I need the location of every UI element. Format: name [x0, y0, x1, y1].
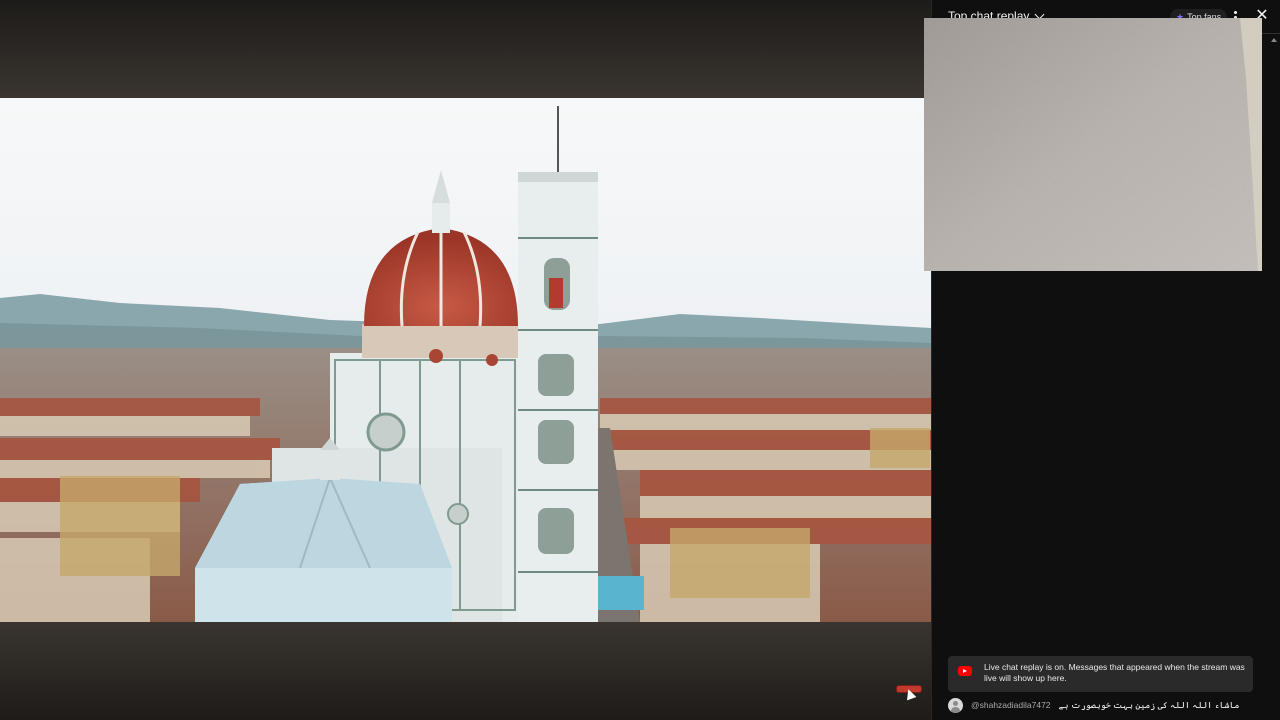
webcam-overlay [924, 18, 1262, 271]
scroll-up-icon[interactable] [1271, 38, 1277, 42]
youtube-icon [958, 666, 972, 676]
letterbox-bottom [0, 622, 931, 720]
chat-replay-notice: Live chat replay is on. Messages that ap… [948, 656, 1253, 692]
notice-text: Live chat replay is on. Messages that ap… [984, 662, 1245, 683]
user-avatar-icon[interactable] [948, 697, 963, 713]
video-frame[interactable] [0, 98, 931, 622]
chat-author[interactable]: @shahzadiadila7472 [971, 700, 1051, 710]
letterbox-top [0, 0, 931, 98]
chat-scrollbar[interactable] [1269, 34, 1279, 720]
chat-message: @shahzadiadila7472 ماشاء اللہ اللہ کی زم… [948, 696, 1268, 714]
wall-texture-image [924, 18, 1262, 271]
chat-message-text: ماشاء اللہ اللہ کی زمین بہت خوبصورت ہے [1058, 700, 1240, 710]
video-player[interactable] [0, 0, 931, 720]
florence-cathedral-scene [0, 98, 931, 622]
